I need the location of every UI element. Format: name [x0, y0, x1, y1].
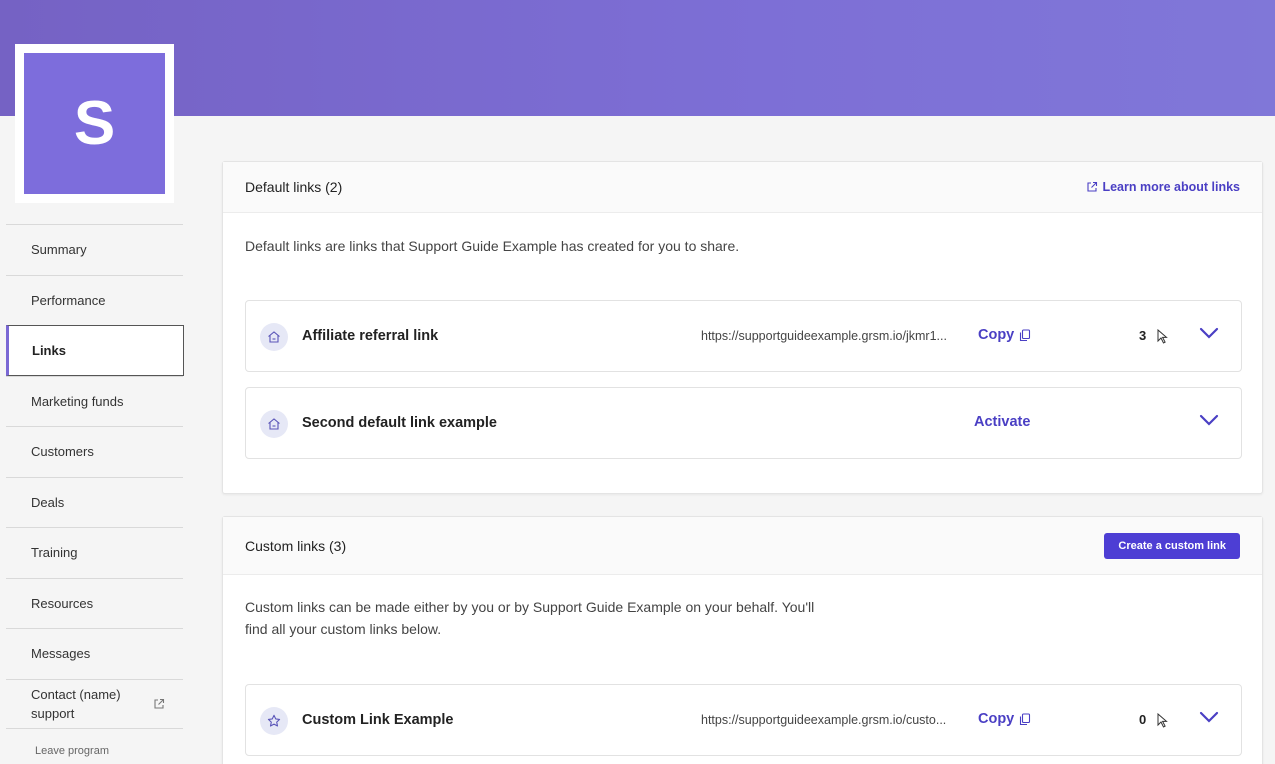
link-url: https://supportguideexample.grsm.io/cust… — [701, 713, 947, 727]
sidebar-nav: Summary Performance Links Marketing fund… — [6, 224, 184, 729]
contact-support-label: Contact (name) support — [31, 685, 121, 723]
chevron-down-icon[interactable] — [1199, 710, 1219, 724]
sidebar-item-resources[interactable]: Resources — [6, 577, 183, 629]
custom-links-title: Custom links (3) — [245, 537, 347, 554]
sidebar-item-deals[interactable]: Deals — [6, 476, 183, 528]
sidebar-item-training[interactable]: Training — [6, 527, 183, 578]
external-link-icon — [1087, 181, 1098, 192]
cursor-icon — [1157, 329, 1168, 344]
link-name: Affiliate referral link — [302, 328, 439, 344]
create-custom-link-button[interactable]: Create a custom link — [1104, 532, 1240, 559]
default-links-description: Default links are links that Support Gui… — [245, 238, 740, 254]
home-link-icon — [260, 410, 288, 438]
star-icon — [260, 707, 288, 735]
chevron-down-icon[interactable] — [1199, 413, 1219, 427]
sidebar-item-links[interactable]: Links — [6, 325, 184, 376]
copy-label: Copy — [978, 711, 1015, 727]
contact-support-line1: Contact (name) — [31, 686, 121, 702]
custom-link-row: Custom Link Example https://supportguide… — [245, 684, 1242, 756]
header-banner — [0, 0, 1275, 116]
sidebar-item-performance[interactable]: Performance — [6, 274, 183, 326]
sidebar-item-customers[interactable]: Customers — [6, 426, 183, 477]
cursor-icon — [1157, 713, 1168, 728]
activate-button[interactable]: Activate — [974, 414, 1030, 430]
link-name: Custom Link Example — [302, 712, 454, 728]
home-link-icon — [260, 323, 288, 351]
default-links-card: Default links (2) Learn more about links… — [222, 161, 1263, 494]
copy-icon — [1020, 328, 1031, 341]
link-name: Second default link example — [302, 415, 497, 431]
leave-program-link[interactable]: Leave program — [35, 745, 109, 757]
custom-links-header: Custom links (3) Create a custom link — [223, 517, 1262, 575]
sidebar-item-messages[interactable]: Messages — [6, 628, 183, 679]
copy-button[interactable]: Copy — [978, 711, 1031, 727]
custom-links-card: Custom links (3) Create a custom link Cu… — [222, 516, 1263, 764]
external-link-icon — [154, 698, 165, 709]
avatar-frame: S — [15, 44, 174, 203]
link-url: https://supportguideexample.grsm.io/jkmr… — [701, 329, 947, 343]
contact-support-line2: support — [31, 705, 75, 721]
avatar: S — [24, 53, 165, 194]
custom-links-description-line2: find all your custom links below. — [245, 621, 442, 637]
learn-more-label: Learn more about links — [1102, 180, 1240, 194]
copy-icon — [1020, 712, 1031, 725]
sidebar-item-contact-support[interactable]: Contact (name) support — [6, 678, 183, 729]
default-links-title: Default links (2) — [245, 179, 343, 195]
copy-button[interactable]: Copy — [978, 327, 1031, 343]
custom-links-description: Custom links can be made either by you o… — [223, 596, 1262, 640]
click-count: 3 — [1139, 328, 1147, 343]
learn-more-link[interactable]: Learn more about links — [1086, 180, 1240, 194]
default-link-row-second: Second default link example Activate — [245, 387, 1242, 459]
sidebar-item-marketing-funds[interactable]: Marketing funds — [6, 375, 183, 427]
sidebar-item-summary[interactable]: Summary — [6, 224, 183, 275]
default-links-header: Default links (2) Learn more about links — [223, 162, 1262, 213]
custom-links-description-line1: Custom links can be made either by you o… — [245, 599, 815, 615]
click-count: 0 — [1139, 712, 1147, 727]
copy-label: Copy — [978, 327, 1015, 343]
default-link-row-affiliate: Affiliate referral link https://supportg… — [245, 300, 1242, 372]
chevron-down-icon[interactable] — [1199, 326, 1219, 340]
